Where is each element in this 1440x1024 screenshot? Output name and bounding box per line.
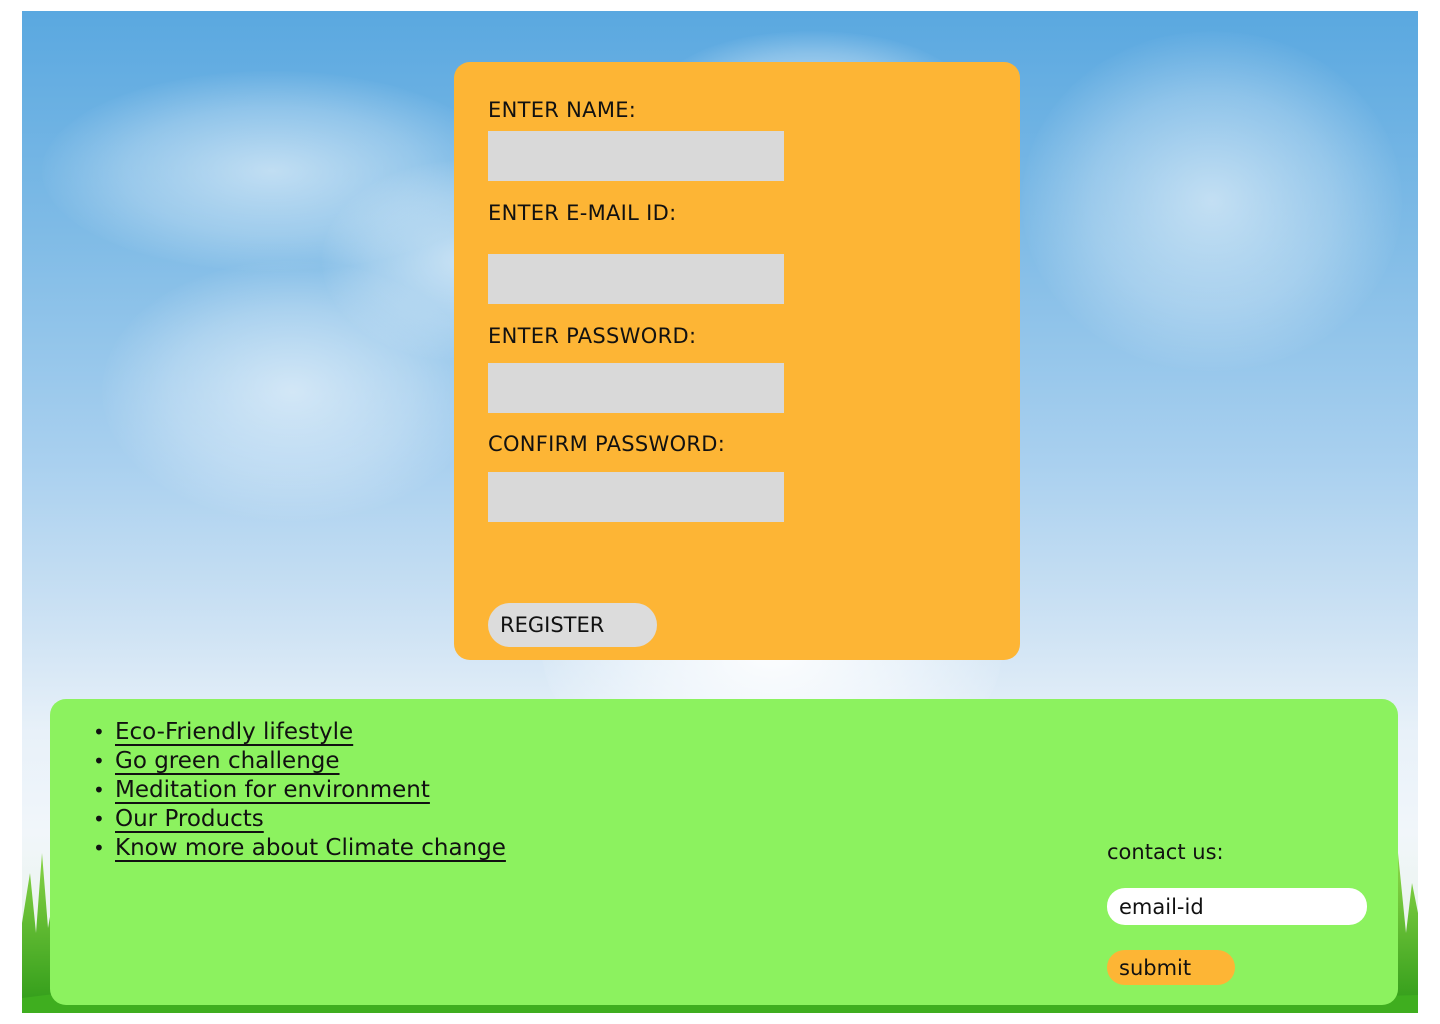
footer-links: • Eco-Friendly lifestyle • Go green challe… xyxy=(93,718,506,863)
register-card: ENTER NAME: ENTER E-MAIL ID: ENTER PASSW… xyxy=(454,62,1020,660)
submit-button[interactable]: submit xyxy=(1107,950,1235,985)
list-item: • Our Products xyxy=(93,805,506,834)
link-go-green-challenge[interactable]: Go green challenge xyxy=(115,748,340,774)
email-label: ENTER E-MAIL ID: xyxy=(488,201,677,225)
bullet-icon: • xyxy=(93,807,105,831)
link-our-products[interactable]: Our Products xyxy=(115,806,264,832)
bullet-icon: • xyxy=(93,749,105,773)
list-item: • Go green challenge xyxy=(93,747,506,776)
confirm-password-input[interactable] xyxy=(488,472,784,522)
footer-panel: • Eco-Friendly lifestyle • Go green challe… xyxy=(50,699,1398,1005)
register-button[interactable]: REGISTER xyxy=(488,603,657,647)
contact-label: contact us: xyxy=(1107,840,1224,864)
bullet-icon: • xyxy=(93,720,105,744)
list-item: • Eco-Friendly lifestyle xyxy=(93,718,506,747)
password-label: ENTER PASSWORD: xyxy=(488,324,697,348)
link-meditation-for-environment[interactable]: Meditation for environment xyxy=(115,777,430,803)
confirm-password-label: CONFIRM PASSWORD: xyxy=(488,432,726,456)
list-item: • Meditation for environment xyxy=(93,776,506,805)
link-eco-friendly-lifestyle[interactable]: Eco-Friendly lifestyle xyxy=(115,719,353,745)
contact-email-input[interactable] xyxy=(1107,888,1367,925)
bullet-icon: • xyxy=(93,778,105,802)
link-climate-change[interactable]: Know more about Climate change xyxy=(115,835,506,861)
list-item: • Know more about Climate change xyxy=(93,834,506,863)
name-label: ENTER NAME: xyxy=(488,98,637,122)
password-input[interactable] xyxy=(488,363,784,413)
name-input[interactable] xyxy=(488,131,784,181)
bullet-icon: • xyxy=(93,836,105,860)
cloud xyxy=(1022,31,1402,371)
email-input[interactable] xyxy=(488,254,784,304)
